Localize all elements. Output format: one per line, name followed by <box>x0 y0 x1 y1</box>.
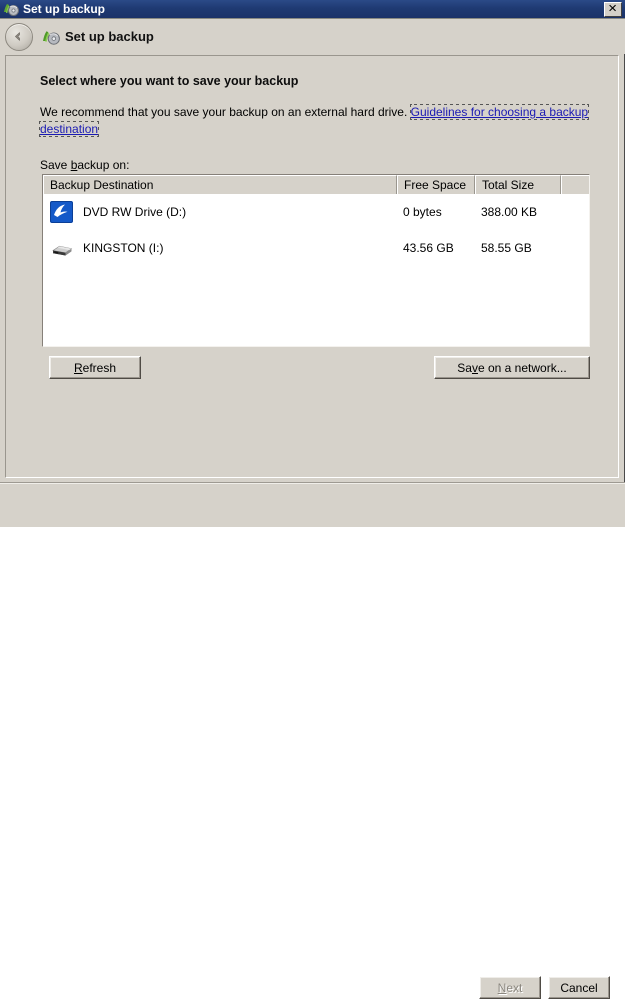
refresh-label-accelerator: R <box>73 360 83 375</box>
row-destination-cell: DVD RW Drive (D:) <box>43 199 397 225</box>
back-arrow-icon <box>13 31 24 42</box>
next-label-post: ext <box>506 980 523 995</box>
column-header-free-space[interactable]: Free Space <box>397 175 475 194</box>
title-bar: Set up backup ✕ <box>0 0 625 19</box>
row-free-space: 0 bytes <box>403 205 442 219</box>
save-label-post: ackup on: <box>77 158 130 172</box>
back-button[interactable] <box>5 22 33 51</box>
save-label-pre: Save <box>40 158 71 172</box>
navigation-bar: Set up backup <box>0 19 625 54</box>
refresh-label: Refresh <box>74 361 116 375</box>
row-destination-label: DVD RW Drive (D:) <box>83 205 187 219</box>
page-title: Set up backup <box>65 29 154 44</box>
cancel-button[interactable]: Cancel <box>548 976 610 999</box>
section-heading: Select where you want to save your backu… <box>40 74 299 88</box>
refresh-button[interactable]: Refresh <box>49 356 141 379</box>
window-title: Set up backup <box>23 1 106 16</box>
network-label-post: e on a network... <box>477 360 567 375</box>
row-destination-cell: KINGSTON (I:) <box>43 235 397 261</box>
list-header-row: Backup Destination Free Space Total Size <box>43 175 589 194</box>
set-up-backup-window: Set up backup ✕ Set up backup Select whe… <box>0 0 625 999</box>
column-header-total-size[interactable]: Total Size <box>475 175 561 194</box>
save-on-network-button[interactable]: Save on a network... <box>434 356 590 379</box>
column-header-spacer[interactable] <box>561 175 589 194</box>
column-header-destination[interactable]: Backup Destination <box>43 175 397 194</box>
close-button[interactable]: ✕ <box>604 1 622 17</box>
network-label-pre: Sa <box>457 360 472 375</box>
next-label-accelerator: N <box>497 980 507 995</box>
dvd-drive-icon <box>49 199 75 225</box>
row-total-size: 58.55 GB <box>481 241 532 255</box>
next-button[interactable]: Next <box>479 976 541 999</box>
refresh-label-post: efresh <box>82 360 117 375</box>
save-backup-on-label: Save backup on: <box>40 158 129 172</box>
recommendation-sentence: We recommend that you save your backup o… <box>40 105 411 119</box>
close-icon: ✕ <box>608 2 618 15</box>
backup-icon <box>42 28 60 46</box>
backup-icon <box>3 1 19 17</box>
backup-destination-list[interactable]: Backup Destination Free Space Total Size <box>42 174 590 347</box>
content-pane: Select where you want to save your backu… <box>5 55 619 478</box>
usb-flash-drive-icon <box>49 235 75 261</box>
next-label: Next <box>498 981 523 995</box>
row-total-size: 388.00 KB <box>481 205 538 219</box>
table-row[interactable]: DVD RW Drive (D:) 0 bytes 388.00 KB <box>43 194 589 230</box>
cancel-label: Cancel <box>560 980 598 995</box>
network-label: Save on a network... <box>457 361 566 375</box>
footer-bar: Next Cancel <box>0 484 625 999</box>
row-free-space: 43.56 GB <box>403 241 454 255</box>
row-destination-label: KINGSTON (I:) <box>83 241 164 255</box>
table-row[interactable]: KINGSTON (I:) 43.56 GB 58.55 GB <box>43 230 589 266</box>
recommendation-text: We recommend that you save your backup o… <box>38 104 592 138</box>
